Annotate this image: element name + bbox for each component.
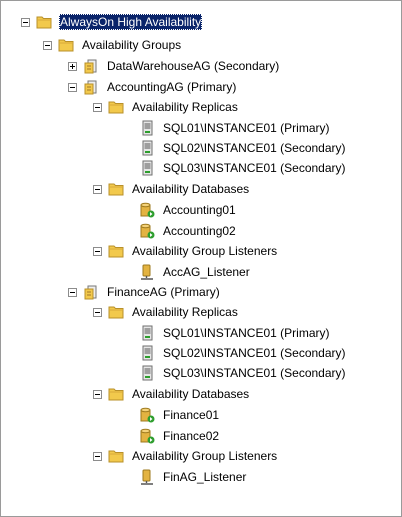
folder-icon: [108, 450, 124, 463]
tree-node-label[interactable]: Finance02: [162, 428, 220, 444]
tree-node-label[interactable]: Availability Replicas: [131, 99, 239, 115]
tree-node-label[interactable]: Finance01: [162, 407, 220, 423]
server-icon: [142, 120, 153, 136]
tree-node-availability-group-listeners[interactable]: Availability Group Listeners: [93, 446, 278, 466]
folder-icon: [36, 16, 52, 29]
object-explorer-tree: AlwaysOn High Availability Availability …: [1, 1, 401, 516]
tree-node-availability-databases[interactable]: Availability Databases: [93, 179, 250, 199]
tree-node-label[interactable]: SQL02\INSTANCE01 (Secondary): [162, 140, 347, 156]
collapse-toggle[interactable]: [43, 40, 52, 50]
tree-node-availability-groups[interactable]: Availability Groups: [43, 35, 182, 55]
server-icon: [142, 325, 153, 341]
availability-group-icon: [84, 285, 97, 300]
tree-node-datawarehouse-ag[interactable]: DataWarehouseAG (Secondary): [68, 56, 280, 76]
tree-node-database[interactable]: Finance02: [139, 426, 220, 446]
tree-node-label[interactable]: AlwaysOn High Availability: [59, 14, 203, 30]
tree-node-replica[interactable]: SQL01\INSTANCE01 (Primary): [139, 118, 330, 138]
tree-node-replica[interactable]: SQL02\INSTANCE01 (Secondary): [139, 138, 347, 158]
tree-node-availability-replicas[interactable]: Availability Replicas: [93, 97, 239, 117]
tree-node-label[interactable]: SQL03\INSTANCE01 (Secondary): [162, 365, 347, 381]
listener-icon: [141, 264, 153, 280]
tree-node-listener[interactable]: FinAG_Listener: [139, 467, 247, 487]
tree-node-replica[interactable]: SQL03\INSTANCE01 (Secondary): [139, 363, 347, 383]
tree-node-replica[interactable]: SQL02\INSTANCE01 (Secondary): [139, 343, 347, 363]
tree-node-database[interactable]: Accounting01: [139, 200, 237, 220]
tree-node-label[interactable]: Availability Databases: [131, 386, 250, 402]
collapse-toggle[interactable]: [93, 307, 102, 317]
tree-node-label[interactable]: SQL02\INSTANCE01 (Secondary): [162, 345, 347, 361]
collapse-toggle[interactable]: [68, 287, 77, 297]
tree-node-label[interactable]: AccountingAG (Primary): [106, 79, 237, 95]
folder-icon: [108, 388, 124, 401]
collapse-toggle[interactable]: [93, 389, 102, 399]
tree-node-label[interactable]: Availability Databases: [131, 181, 250, 197]
database-icon: [140, 428, 155, 444]
tree-node-database[interactable]: Finance01: [139, 405, 220, 425]
tree-node-replica[interactable]: SQL03\INSTANCE01 (Secondary): [139, 158, 347, 178]
database-icon: [140, 202, 155, 218]
tree-node-label[interactable]: Availability Group Listeners: [131, 448, 278, 464]
database-icon: [140, 223, 155, 239]
listener-icon: [141, 469, 153, 485]
tree-node-label[interactable]: Availability Group Listeners: [131, 243, 278, 259]
collapse-toggle[interactable]: [93, 184, 102, 194]
folder-icon: [108, 183, 124, 196]
expand-toggle[interactable]: [68, 61, 77, 71]
tree-node-label[interactable]: Availability Groups: [81, 37, 182, 53]
database-icon: [140, 407, 155, 423]
tree-node-label[interactable]: FinanceAG (Primary): [106, 284, 221, 300]
tree-node-replica[interactable]: SQL01\INSTANCE01 (Primary): [139, 323, 330, 343]
folder-icon: [108, 245, 124, 258]
server-icon: [142, 345, 153, 361]
tree-node-availability-group-listeners[interactable]: Availability Group Listeners: [93, 241, 278, 261]
tree-node-database[interactable]: Accounting02: [139, 221, 237, 241]
tree-node-label[interactable]: AccAG_Listener: [162, 264, 251, 280]
collapse-toggle[interactable]: [93, 246, 102, 256]
server-icon: [142, 365, 153, 381]
collapse-toggle[interactable]: [93, 102, 102, 112]
server-icon: [142, 140, 153, 156]
tree-node-label[interactable]: SQL01\INSTANCE01 (Primary): [162, 325, 330, 341]
collapse-toggle[interactable]: [68, 82, 77, 92]
tree-node-label[interactable]: Accounting02: [162, 223, 237, 239]
tree-node-listener[interactable]: AccAG_Listener: [139, 262, 251, 282]
tree-node-label[interactable]: DataWarehouseAG (Secondary): [106, 58, 280, 74]
folder-icon: [58, 39, 74, 52]
tree-node-label[interactable]: Accounting01: [162, 202, 237, 218]
collapse-toggle[interactable]: [21, 17, 30, 27]
server-icon: [142, 160, 153, 176]
object-explorer-panel: AlwaysOn High Availability Availability …: [0, 0, 402, 517]
collapse-toggle[interactable]: [93, 451, 102, 461]
folder-icon: [108, 101, 124, 114]
tree-node-finance-ag[interactable]: FinanceAG (Primary): [68, 282, 221, 302]
tree-node-label[interactable]: SQL01\INSTANCE01 (Primary): [162, 120, 330, 136]
folder-icon: [108, 306, 124, 319]
tree-node-label[interactable]: Availability Replicas: [131, 304, 239, 320]
tree-node-label[interactable]: SQL03\INSTANCE01 (Secondary): [162, 160, 347, 176]
tree-node-label[interactable]: FinAG_Listener: [162, 469, 247, 485]
tree-node-availability-replicas[interactable]: Availability Replicas: [93, 302, 239, 322]
tree-node-alwayson[interactable]: AlwaysOn High Availability: [21, 12, 203, 32]
availability-group-icon: [84, 59, 97, 74]
availability-group-icon: [84, 80, 97, 95]
tree-node-accounting-ag[interactable]: AccountingAG (Primary): [68, 77, 237, 97]
tree-node-availability-databases[interactable]: Availability Databases: [93, 384, 250, 404]
